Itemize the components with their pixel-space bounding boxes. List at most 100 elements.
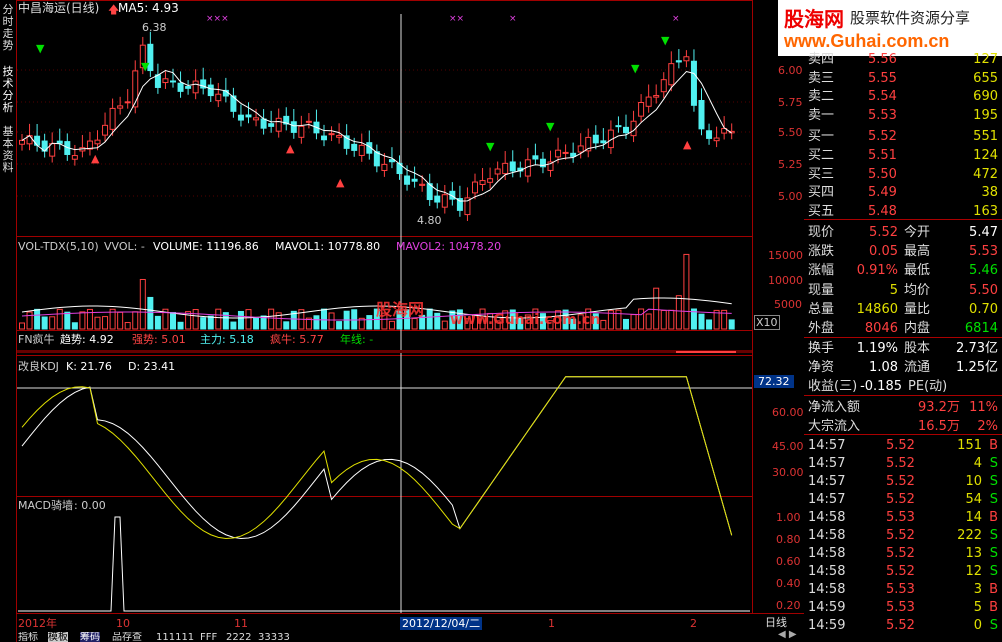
order-label: 卖三	[808, 70, 835, 86]
tick-time: 14:59	[808, 618, 846, 633]
bottom-tab-3[interactable]: 2222	[226, 632, 251, 642]
order-book-row: 卖四 5.56 127	[806, 51, 1002, 69]
tick-price: 5.53	[886, 582, 915, 597]
volume-bar	[600, 319, 607, 330]
bottom-tab-4[interactable]: 33333	[258, 632, 290, 642]
tick-side: S	[989, 528, 998, 543]
candle-body	[698, 99, 705, 130]
volume-bar	[215, 308, 222, 330]
tick-row: 14:57 5.52 4 S	[806, 455, 1002, 473]
fn-trend: 趋势: 4.92	[60, 333, 114, 346]
bottom-tab-1[interactable]: 111111	[156, 632, 194, 642]
quote-label: 外盘	[808, 321, 835, 336]
scroll-arrows-icon[interactable]: ◀ ▶	[778, 628, 797, 641]
tick-volume: 54	[965, 492, 982, 507]
buy-arrow-icon: ▲	[91, 152, 100, 165]
order-volume: 551	[973, 129, 998, 145]
tick-time: 14:57	[808, 474, 846, 489]
candle-body	[321, 135, 327, 141]
quote-row: 外盘 8046 内盘 6814	[806, 320, 1002, 338]
buy-arrow-icon: ▲	[683, 138, 692, 151]
date-cursor: 2012/12/04/二	[400, 617, 483, 630]
tick-time: 14:59	[808, 600, 846, 615]
date-axis-2: 2	[690, 617, 697, 630]
tick-volume: 12	[965, 564, 982, 579]
volume-bar	[615, 309, 622, 330]
date-axis-2012: 2012年	[18, 617, 57, 630]
tab-fundamentals[interactable]: 基本资料	[1, 126, 15, 174]
tick-side: S	[989, 564, 998, 579]
order-price: 5.56	[868, 52, 897, 67]
tick-row: 14:58 5.52 13 S	[806, 545, 1002, 563]
candle-body	[706, 130, 713, 139]
brand-slogan: 股票软件资源分享	[850, 9, 971, 27]
macd-axis-100: 1.00	[776, 511, 801, 524]
tick-time: 14:57	[808, 438, 846, 453]
candle-body	[562, 151, 569, 154]
fundamental-row: 净资 1.08 流通 1.25亿	[806, 359, 1002, 377]
volume-bar	[19, 322, 25, 330]
kdj-k: K: 21.76	[66, 360, 112, 373]
order-price: 5.49	[868, 185, 897, 201]
tick-time: 14:57	[808, 492, 846, 507]
low-note: 4.80	[417, 214, 442, 227]
brand-name: 股海网	[784, 7, 844, 31]
signal-mark: ×××	[206, 14, 229, 24]
fund-label: 换手	[808, 341, 835, 356]
macd-axis-060: 0.60	[776, 555, 801, 568]
fundamental-row: 换手 1.19% 股本 2.73亿	[806, 340, 1002, 358]
tick-row: 14:58 5.53 3 B	[806, 581, 1002, 599]
quote-label: 涨跌	[808, 244, 835, 260]
vol-axis-5000: 5000	[774, 298, 802, 311]
order-volume: 127	[973, 52, 998, 67]
bottom-tab-saved[interactable]: 品存查	[112, 632, 142, 642]
volume-bar	[79, 311, 86, 330]
price-axis-525: 5.25	[778, 158, 803, 171]
candle-body	[305, 120, 312, 123]
fn-strip	[17, 350, 752, 353]
candle-body	[615, 125, 622, 128]
candle-body	[253, 117, 260, 121]
panel-separator	[804, 337, 1002, 338]
candle-body	[215, 93, 222, 102]
signal-mark: ×	[509, 14, 517, 24]
volume-bar	[675, 295, 682, 330]
quote-row: 涨跌 0.05 最高 5.53	[806, 243, 1002, 261]
fn-name: FN疯牛	[18, 333, 55, 346]
volume-bar	[124, 322, 131, 330]
vol-unit: X10	[754, 315, 780, 330]
macd-value: : 0.00	[74, 499, 106, 512]
candle-body	[479, 180, 486, 185]
candle-body	[19, 139, 25, 145]
signal-mark: ×	[672, 14, 680, 24]
bottom-tab-2[interactable]: FFF	[200, 632, 217, 642]
bottom-tab-chips[interactable]: 筹码	[80, 632, 100, 642]
candle-body	[94, 139, 101, 145]
candle-body	[170, 80, 176, 83]
sell-arrow-icon: ▼	[546, 120, 555, 133]
kdj-name: 改良KDJ	[18, 360, 59, 373]
tab-technical[interactable]: 技术分析	[1, 66, 15, 114]
volume-label: VOLUME: 11196.86	[153, 240, 259, 253]
tick-price: 5.52	[886, 438, 915, 453]
candle-body	[555, 149, 562, 158]
order-volume: 655	[973, 70, 998, 86]
volume-bar	[200, 317, 207, 330]
mavol2-label: MAVOL2: 10478.20	[396, 240, 502, 253]
volume-bar	[653, 287, 660, 330]
tab-intraday[interactable]: 分时走势	[1, 4, 15, 52]
candle-body	[237, 114, 244, 121]
tick-row: 14:58 5.52 12 S	[806, 563, 1002, 581]
bottom-tab-template[interactable]: 模板	[48, 632, 68, 642]
volume-bar	[388, 320, 395, 330]
bottom-tab-indicator[interactable]: 指标	[18, 632, 38, 642]
order-price: 5.52	[868, 129, 897, 145]
sell-arrow-icon: ▼	[631, 62, 640, 75]
quote-value: 14860	[856, 301, 898, 317]
buy-arrow-icon: ▲	[286, 142, 295, 155]
tick-price: 5.52	[886, 618, 915, 633]
quote-value: 5.47	[969, 225, 998, 240]
volume-bar	[132, 311, 139, 330]
volume-bar	[170, 311, 176, 330]
candle-body	[623, 126, 629, 134]
